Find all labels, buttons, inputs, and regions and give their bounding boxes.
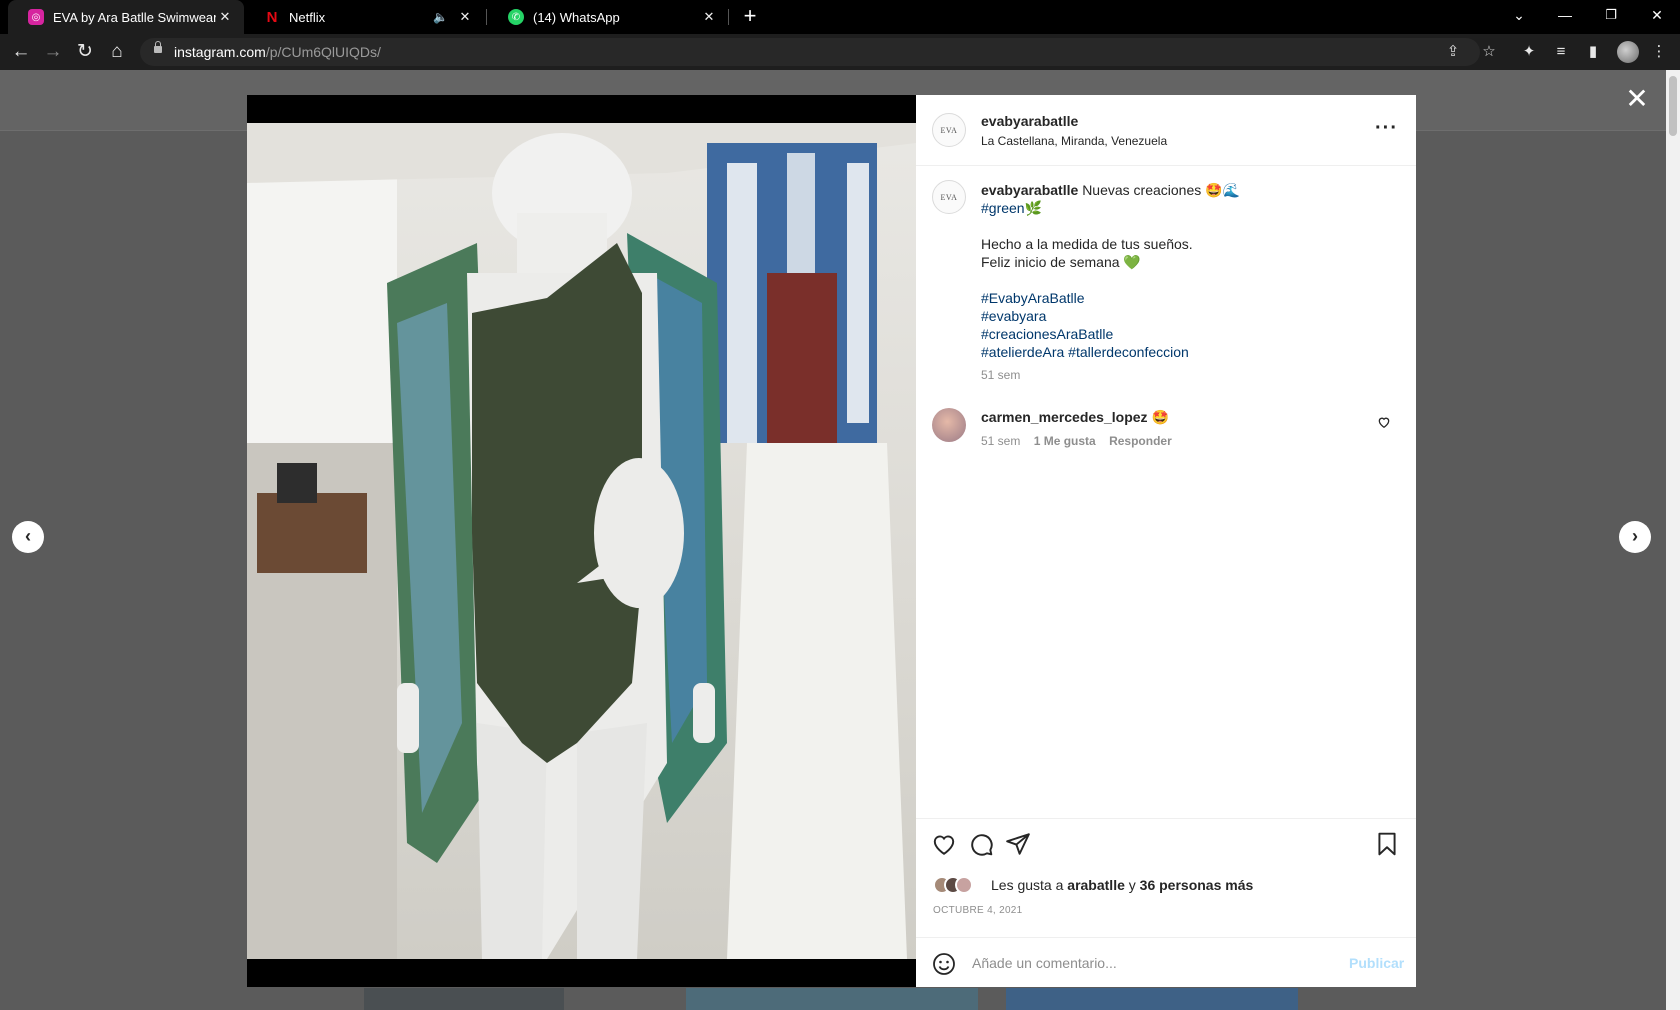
home-button[interactable]: ⌂ [104, 39, 130, 65]
caption-username[interactable]: evabyarabatlle [981, 182, 1078, 198]
close-tab-icon[interactable]: ✕ [456, 9, 474, 25]
post-details-panel: EVA evabyarabatlle La Castellana, Mirand… [916, 95, 1416, 987]
side-panel-icon[interactable]: ▮ [1581, 40, 1605, 64]
post-media[interactable] [247, 95, 916, 987]
close-icon[interactable]: ✕ [1622, 84, 1652, 114]
save-bookmark-icon[interactable] [1374, 831, 1400, 857]
new-tab-button[interactable]: + [737, 4, 763, 30]
address-bar[interactable]: instagram.com/p/CUm6QlUIQDs/ ⇪ ☆ [140, 38, 1496, 66]
account-avatar[interactable]: EVA [932, 113, 966, 147]
comment-bubble-icon[interactable] [968, 831, 994, 857]
comment-age[interactable]: 51 sem [981, 434, 1020, 448]
add-comment-bar: Publicar [916, 937, 1416, 988]
close-tab-icon[interactable]: ✕ [216, 9, 234, 25]
page-scrollbar[interactable] [1666, 70, 1680, 1010]
comment-meta: 51 sem 1 Me gusta Responder [981, 434, 1182, 448]
tab-search-icon[interactable]: ⌄ [1496, 0, 1542, 34]
like-heart-icon[interactable] [931, 831, 957, 857]
reply-button[interactable]: Responder [1109, 434, 1172, 448]
post-modal: EVA evabyarabatlle La Castellana, Mirand… [247, 95, 1416, 987]
post-actions: Les gusta a arabatlle y 36 personas más … [916, 818, 1416, 987]
comment-input[interactable] [972, 951, 1332, 975]
likes-others-link[interactable]: 36 personas más [1140, 877, 1254, 893]
tab-instagram[interactable]: ◎ EVA by Ara Batlle Swimwear (@ ✕ [8, 0, 244, 34]
swimsuit-mannequin-illustration [247, 123, 916, 959]
caption-line: Feliz inicio de semana 💚 [981, 254, 1141, 270]
comment-text: 🤩 [1151, 409, 1169, 425]
whatsapp-icon: ✆ [508, 9, 524, 25]
commenter-username[interactable]: carmen_mercedes_lopez [981, 409, 1148, 425]
caption-avatar[interactable]: EVA [932, 180, 966, 214]
browser-menu-icon[interactable]: ⋮ [1647, 40, 1671, 64]
tab-divider [728, 9, 729, 25]
liker-avatar[interactable] [955, 876, 973, 894]
scrollbar-thumb[interactable] [1669, 76, 1677, 136]
caption-line: Hecho a la medida de tus sueños. [981, 236, 1193, 252]
lock-icon[interactable] [154, 41, 162, 53]
caption-age[interactable]: 51 sem [981, 366, 1401, 384]
commenter-avatar[interactable] [932, 408, 966, 442]
tab-title: Netflix [289, 9, 326, 25]
tab-netflix[interactable]: N Netflix 🔈 ✕ [244, 0, 484, 34]
restore-button[interactable]: ❐ [1588, 0, 1634, 34]
hashtag-link[interactable]: #EvabyAraBatlle [981, 289, 1401, 307]
share-paper-plane-icon[interactable] [1005, 831, 1031, 857]
extensions-icon[interactable]: ✦ [1517, 40, 1541, 64]
tab-title: (14) WhatsApp [533, 9, 620, 25]
comment-likes[interactable]: 1 Me gusta [1034, 434, 1096, 448]
account-username[interactable]: evabyarabatlle [981, 113, 1078, 129]
comment-like-heart-icon[interactable] [1377, 415, 1391, 429]
instagram-icon: ◎ [28, 9, 44, 25]
post-header: EVA evabyarabatlle La Castellana, Mirand… [916, 95, 1416, 166]
profile-avatar[interactable] [1617, 41, 1639, 63]
hashtag-link[interactable]: #atelierdeAra [981, 344, 1064, 360]
publish-button[interactable]: Publicar [1349, 955, 1404, 971]
forward-button[interactable]: → [40, 39, 66, 65]
post-date[interactable]: OCTUBRE 4, 2021 [933, 905, 1023, 916]
hashtag-link[interactable]: #creacionesAraBatlle [981, 325, 1401, 343]
grid-thumbnail[interactable] [686, 988, 978, 1010]
url-text[interactable]: instagram.com/p/CUm6QlUIQDs/ [174, 44, 381, 60]
tab-whatsapp[interactable]: ✆ (14) WhatsApp ✕ [488, 0, 728, 34]
comment: carmen_mercedes_lopez 🤩 [981, 409, 1169, 426]
hashtag-link[interactable]: #tallerdeconfeccion [1068, 344, 1189, 360]
speaker-icon[interactable]: 🔈 [433, 10, 448, 24]
minimize-button[interactable]: — [1542, 0, 1588, 34]
more-options-icon[interactable]: ··· [1375, 117, 1398, 140]
post-location[interactable]: La Castellana, Miranda, Venezuela [981, 134, 1167, 148]
reload-button[interactable]: ↻ [72, 39, 98, 65]
tab-divider [486, 9, 487, 25]
caption-text: Nuevas creaciones 🤩🌊 [1082, 182, 1241, 198]
close-tab-icon[interactable]: ✕ [700, 9, 718, 25]
back-button[interactable]: ← [8, 39, 34, 65]
emoji-icon[interactable] [932, 952, 956, 976]
hashtag-link[interactable]: #green🌿 [981, 199, 1401, 217]
tab-title: EVA by Ara Batlle Swimwear (@ [53, 9, 216, 25]
browser-tab-bar: ◎ EVA by Ara Batlle Swimwear (@ ✕ N Netf… [0, 0, 1680, 34]
grid-thumbnail[interactable] [1006, 988, 1298, 1010]
liker-username[interactable]: arabatlle [1067, 877, 1125, 893]
browser-toolbar: ← → ↻ ⌂ instagram.com/p/CUm6QlUIQDs/ ⇪ ☆… [0, 34, 1680, 70]
previous-post-button[interactable]: ‹ [12, 521, 44, 553]
liker-avatars[interactable] [933, 876, 973, 899]
post-caption: evabyarabatlle Nuevas creaciones 🤩🌊 #gre… [981, 181, 1401, 384]
bookmark-star-icon[interactable]: ☆ [1478, 41, 1500, 63]
next-post-button[interactable]: › [1619, 521, 1651, 553]
likes-summary: Les gusta a arabatlle y 36 personas más [991, 877, 1254, 893]
netflix-icon: N [266, 8, 278, 26]
hashtag-link[interactable]: #evabyara [981, 307, 1401, 325]
share-icon[interactable]: ⇪ [1442, 41, 1464, 63]
post-photo[interactable] [247, 123, 916, 959]
media-control-icon[interactable]: ≡ [1549, 40, 1573, 64]
close-window-button[interactable]: ✕ [1634, 0, 1680, 34]
grid-thumbnail[interactable] [364, 988, 564, 1010]
